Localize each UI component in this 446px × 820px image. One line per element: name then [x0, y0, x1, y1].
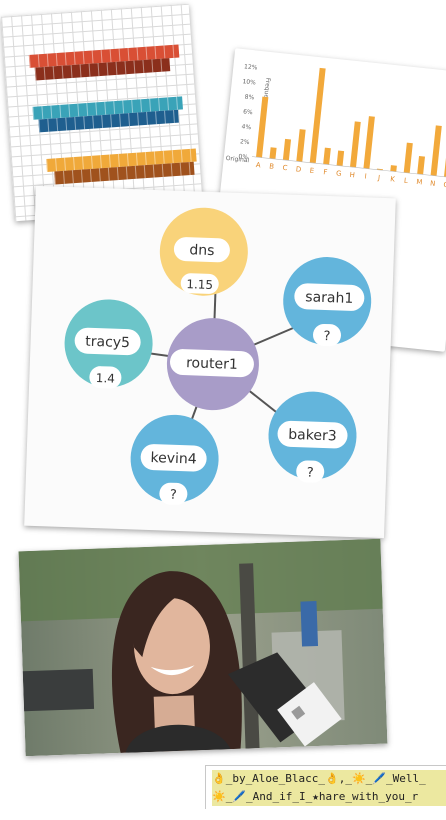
bar-N [430, 125, 442, 176]
node-label: baker3 [288, 427, 337, 445]
node-baker3[interactable]: baker3 ? [267, 390, 358, 484]
node-tracy5[interactable]: tracy5 1.4 [63, 298, 154, 390]
x-tick-label: I [364, 172, 367, 180]
x-tick-label: A [255, 161, 261, 169]
lyrics-line-2: ☀️_🖊️_And_if_I_★hare_with_you_r [212, 788, 446, 806]
lyrics-strip: 👌_by_Aloe_Blacc_👌,_☀️_🖊️_Well_ ☀️_🖊️_And… [205, 765, 446, 809]
node-label: dns [189, 242, 215, 259]
bar-C [282, 138, 292, 161]
interview-photo [18, 538, 388, 757]
node-label: tracy5 [85, 334, 130, 352]
y-tick-label: 4% [241, 123, 251, 131]
bar-G [336, 150, 345, 167]
x-tick-label: M [416, 178, 423, 187]
node-value: ? [170, 488, 177, 503]
x-tick-label: N [430, 179, 436, 188]
x-tick-label: C [282, 164, 288, 172]
node-router1[interactable]: router1 [165, 317, 260, 412]
node-kevin4[interactable]: kevin4 ? [129, 413, 220, 506]
x-tick-label: G [336, 169, 342, 178]
y-tick-label: 8% [244, 93, 254, 101]
y-tick-label: 2% [240, 138, 250, 146]
x-tick-label: B [269, 162, 275, 170]
node-value: 1.15 [186, 277, 213, 292]
node-value: 1.4 [96, 371, 116, 386]
network-diagram: dns 1.15 sarah1 ? router1 tracy5 1.4 bak… [63, 206, 373, 506]
bar-B [269, 147, 277, 160]
bar-L [403, 142, 413, 174]
x-tick-label: D [295, 165, 301, 174]
bar-F [323, 147, 331, 165]
x-tick-label: J [377, 174, 381, 182]
x-tick-label: L [404, 177, 409, 185]
node-label: router1 [186, 355, 238, 373]
lyrics-line-1: 👌_by_Aloe_Blacc_👌,_☀️_🖊️_Well_ [212, 770, 446, 788]
node-dns[interactable]: dns 1.15 [158, 206, 249, 297]
x-tick-label: E [309, 167, 314, 175]
x-tick-label: H [349, 171, 355, 180]
bar-K [390, 165, 397, 172]
network-diagram-card: dns 1.15 sarah1 ? router1 tracy5 1.4 bak… [24, 185, 396, 539]
bar-I [363, 116, 375, 169]
parked-car [22, 668, 95, 712]
bus-stop-sign [300, 601, 319, 647]
y-tick-label: 6% [243, 108, 253, 116]
y-tick-label: 10% [242, 78, 256, 86]
node-label: sarah1 [305, 289, 354, 307]
node-value: ? [323, 329, 330, 344]
node-label: kevin4 [150, 450, 197, 468]
node-sarah1[interactable]: sarah1 ? [282, 256, 373, 348]
bar-D [296, 129, 306, 162]
y-tick-label: 12% [244, 63, 258, 71]
x-tick-label: F [323, 168, 328, 176]
node-value: ? [306, 465, 313, 480]
bar-M [417, 156, 425, 175]
bar-E [309, 67, 326, 164]
bar-H [350, 121, 361, 168]
legend-label: Original [225, 155, 249, 164]
x-tick-label: K [390, 175, 396, 183]
bar-A [256, 96, 269, 158]
